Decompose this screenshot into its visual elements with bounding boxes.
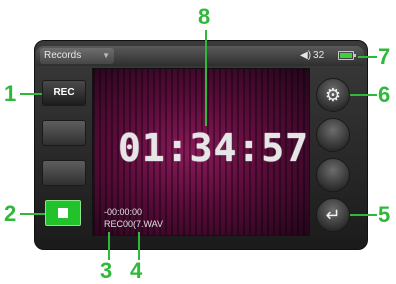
volume-value: 32 [313,50,325,61]
callout-2-line [20,213,45,215]
stop-button[interactable] [45,200,81,226]
callout-2: 2 [4,201,17,226]
right-blank-button-1[interactable] [316,118,350,152]
callout-4: 4 [130,258,143,283]
callout-5: 5 [378,202,391,227]
callout-6-line [350,94,377,96]
callout-7-line [358,56,377,58]
file-name: REC00(7.WAV [104,219,164,229]
left-blank-button-2[interactable] [42,160,86,186]
back-button[interactable]: ↵ [316,198,350,232]
chevron-down-icon: ▼ [102,51,110,60]
callout-1-line [20,93,42,95]
callout-3: 3 [100,258,113,283]
records-dropdown[interactable]: Records ▼ [40,48,114,64]
callout-3-line [108,232,110,260]
records-dropdown-label: Records [44,50,82,61]
settings-button[interactable]: ⚙ [316,78,350,112]
recording-clock: 01:34:57 [118,126,310,170]
callout-5-line [350,214,377,216]
battery-fill [340,53,352,58]
rec-button[interactable]: REC [42,80,86,106]
callout-1: 1 [4,81,17,106]
return-arrow-icon: ↵ [325,205,341,225]
callout-8: 8 [198,4,211,29]
stop-icon [58,208,68,218]
callout-7: 7 [378,44,391,69]
elapsed-time: -00:00:00 [104,207,143,217]
speaker-icon: ◀) [300,50,312,61]
right-blank-button-2[interactable] [316,158,350,192]
left-blank-button-1[interactable] [42,120,86,146]
callout-4-line [138,232,140,260]
callout-6: 6 [378,82,391,107]
volume-indicator: ◀) 32 [300,49,324,63]
callout-8-line [205,30,207,126]
battery-icon [338,51,356,60]
gear-icon: ⚙ [324,85,342,105]
